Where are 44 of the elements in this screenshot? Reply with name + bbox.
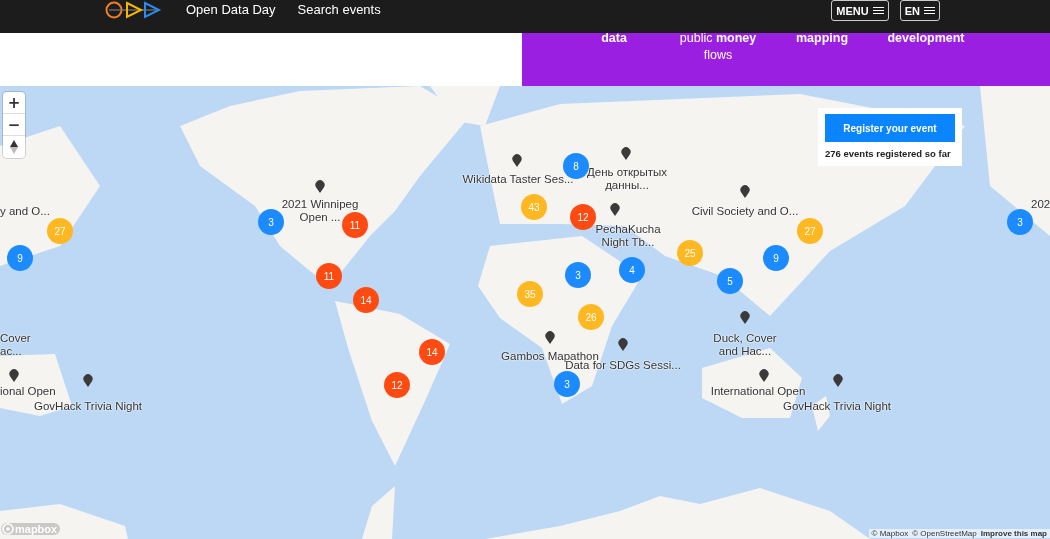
banner-text: data	[600, 30, 628, 47]
zoom-out-button[interactable]: −	[3, 114, 25, 136]
menu-icon	[924, 7, 935, 14]
zoom-in-button[interactable]: +	[3, 92, 25, 114]
event-label[interactable]: Duck, Cover and Hac...	[713, 332, 777, 358]
map-pin-icon[interactable]	[740, 185, 750, 198]
event-label[interactable]: PechaKucha Night Tb...	[595, 223, 661, 249]
map-pin-icon[interactable]	[759, 369, 769, 382]
map-pin-icon[interactable]	[512, 154, 522, 167]
map-pin-icon[interactable]	[610, 203, 620, 216]
banner-text: mapping	[794, 30, 850, 47]
event-label[interactable]: День открытых данны...	[586, 166, 668, 192]
event-label[interactable]: International Open	[710, 385, 806, 398]
map-pin-icon[interactable]	[9, 369, 19, 382]
event-label[interactable]: Civil Society and O...	[691, 205, 799, 218]
event-label[interactable]: GovHack Trivia Night	[783, 400, 891, 413]
map-pin-icon[interactable]	[740, 311, 750, 324]
compass-icon	[10, 140, 18, 154]
mapbox-logo-icon	[2, 523, 14, 535]
map-pin-icon[interactable]	[833, 374, 843, 387]
banner-text: public money flows	[678, 30, 758, 64]
logo-icon[interactable]	[105, 0, 163, 20]
map-pin-icon[interactable]	[621, 147, 631, 160]
event-label[interactable]: ional Open	[0, 385, 56, 398]
events-count-text: 276 events registered so far	[825, 148, 952, 159]
map-pin-icon[interactable]	[83, 374, 93, 387]
attribution-link[interactable]: © OpenStreetMap	[912, 529, 977, 538]
attribution-link[interactable]: Improve this map	[980, 529, 1047, 538]
nav-link[interactable]: Search events	[297, 2, 381, 17]
map-pin-icon[interactable]	[315, 180, 325, 193]
map-pin-icon[interactable]	[545, 331, 555, 344]
register-button[interactable]: Register your event	[825, 114, 955, 142]
event-label[interactable]: GovHack Trivia Night	[34, 400, 142, 413]
event-label[interactable]: y and O...	[0, 205, 50, 218]
menu-icon	[872, 7, 884, 14]
language-button[interactable]: EN	[899, 0, 940, 21]
event-label[interactable]: Gambos Mapathon	[501, 350, 599, 363]
nav-link[interactable]: Open Data Day	[186, 2, 276, 17]
event-label[interactable]: 202	[1031, 198, 1050, 211]
banner-text: development	[886, 30, 966, 47]
map-pin-icon[interactable]	[618, 338, 628, 351]
menu-button[interactable]: MENU	[831, 0, 889, 21]
event-label[interactable]: Cover ac...	[0, 332, 31, 358]
attribution-link[interactable]: © Mapbox	[871, 529, 909, 538]
